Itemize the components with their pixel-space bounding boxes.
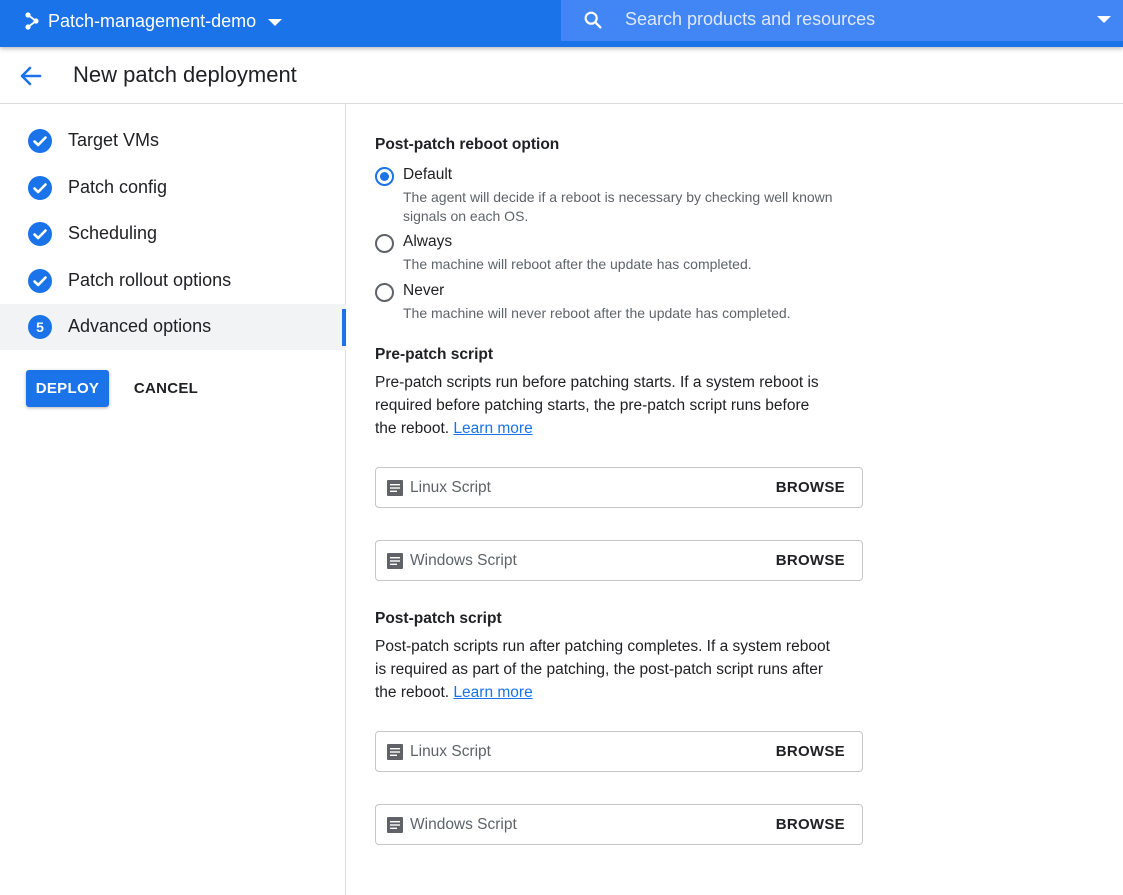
step-target-vms[interactable]: Target VMs: [0, 118, 346, 164]
script-name: Windows Script: [410, 552, 517, 569]
file-icon: [387, 553, 403, 569]
reboot-option-heading: Post-patch reboot option: [375, 136, 560, 153]
check-circle-icon: [28, 222, 52, 246]
cancel-button[interactable]: CANCEL: [121, 370, 211, 407]
script-name: Windows Script: [410, 816, 517, 833]
step-scheduling[interactable]: Scheduling: [0, 211, 346, 257]
pre-patch-windows-script-field[interactable]: Windows Script BROWSE: [375, 540, 863, 581]
page-header: New patch deployment: [0, 47, 1123, 104]
browse-button[interactable]: BROWSE: [769, 737, 852, 766]
file-icon: [387, 744, 403, 760]
step-patch-rollout-options[interactable]: Patch rollout options: [0, 258, 346, 304]
page-title: New patch deployment: [73, 62, 297, 87]
step-advanced-options[interactable]: 5 Advanced options: [0, 304, 346, 350]
radio-label: Never: [403, 282, 445, 299]
script-name: Linux Script: [410, 479, 491, 496]
radio-description: The agent will decide if a reboot is nec…: [403, 189, 833, 224]
project-selector[interactable]: Patch-management-demo: [22, 8, 283, 34]
step-number-badge: 5: [28, 315, 52, 339]
top-app-bar: Patch-management-demo: [0, 0, 1123, 47]
learn-more-link[interactable]: Learn more: [453, 684, 532, 701]
step-label: Scheduling: [68, 223, 158, 243]
back-arrow-icon[interactable]: [18, 63, 44, 89]
radio-description: The machine will never reboot after the …: [403, 305, 791, 321]
stepper-sidebar: Target VMs Patch config Scheduling Patch…: [0, 104, 346, 895]
radio-button-always[interactable]: [375, 234, 394, 253]
check-circle-icon: [28, 269, 52, 293]
check-circle-icon: [28, 129, 52, 153]
project-hierarchy-icon: [25, 12, 39, 30]
search-dropdown-icon[interactable]: [1097, 16, 1111, 23]
step-label: Patch rollout options: [68, 270, 232, 290]
learn-more-link[interactable]: Learn more: [453, 420, 532, 437]
radio-label: Always: [403, 233, 453, 250]
post-patch-linux-script-field[interactable]: Linux Script BROWSE: [375, 731, 863, 772]
project-name: Patch-management-demo: [48, 10, 257, 31]
browse-button[interactable]: BROWSE: [769, 546, 852, 575]
search-bar: [561, 0, 1123, 41]
script-name: Linux Script: [410, 743, 491, 760]
browse-button[interactable]: BROWSE: [769, 810, 852, 839]
search-icon: [584, 11, 602, 29]
radio-button-default[interactable]: [375, 167, 394, 186]
post-patch-script-heading: Post-patch script: [375, 610, 502, 627]
step-patch-config[interactable]: Patch config: [0, 165, 346, 211]
step-label: Patch config: [68, 177, 168, 197]
advanced-options-panel: Post-patch reboot option Default The age…: [347, 104, 1123, 895]
post-patch-description: Post-patch scripts run after patching co…: [375, 638, 830, 701]
radio-description: The machine will reboot after the update…: [403, 256, 752, 272]
step-label: Target VMs: [68, 130, 160, 150]
file-icon: [387, 480, 403, 496]
post-patch-windows-script-field[interactable]: Windows Script BROWSE: [375, 804, 863, 845]
check-circle-icon: [28, 176, 52, 200]
step-label: Advanced options: [68, 316, 212, 336]
pre-patch-linux-script-field[interactable]: Linux Script BROWSE: [375, 467, 863, 508]
file-icon: [387, 817, 403, 833]
radio-label: Default: [403, 166, 453, 183]
search-input[interactable]: [625, 4, 1075, 34]
pre-patch-script-heading: Pre-patch script: [375, 346, 494, 363]
chevron-down-icon: [268, 19, 283, 26]
pre-patch-description: Pre-patch scripts run before patching st…: [375, 374, 819, 437]
deploy-button[interactable]: DEPLOY: [26, 370, 109, 407]
radio-button-never[interactable]: [375, 283, 394, 302]
browse-button[interactable]: BROWSE: [769, 473, 852, 502]
